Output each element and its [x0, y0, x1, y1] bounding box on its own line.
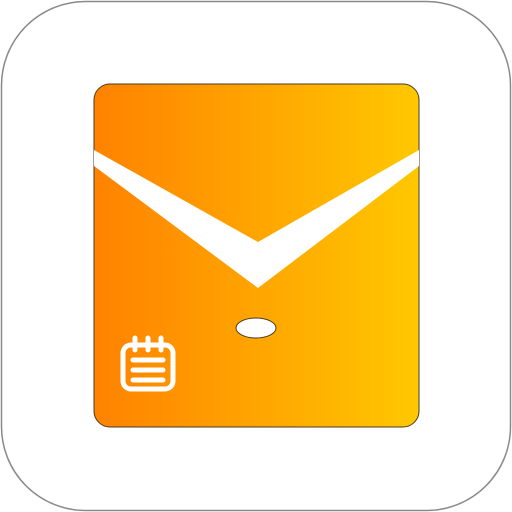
- mail-envelope-icon: [93, 83, 420, 428]
- app-icon[interactable]: [0, 0, 512, 512]
- app-icon-canvas: [0, 0, 512, 512]
- envelope-seal: [235, 317, 277, 339]
